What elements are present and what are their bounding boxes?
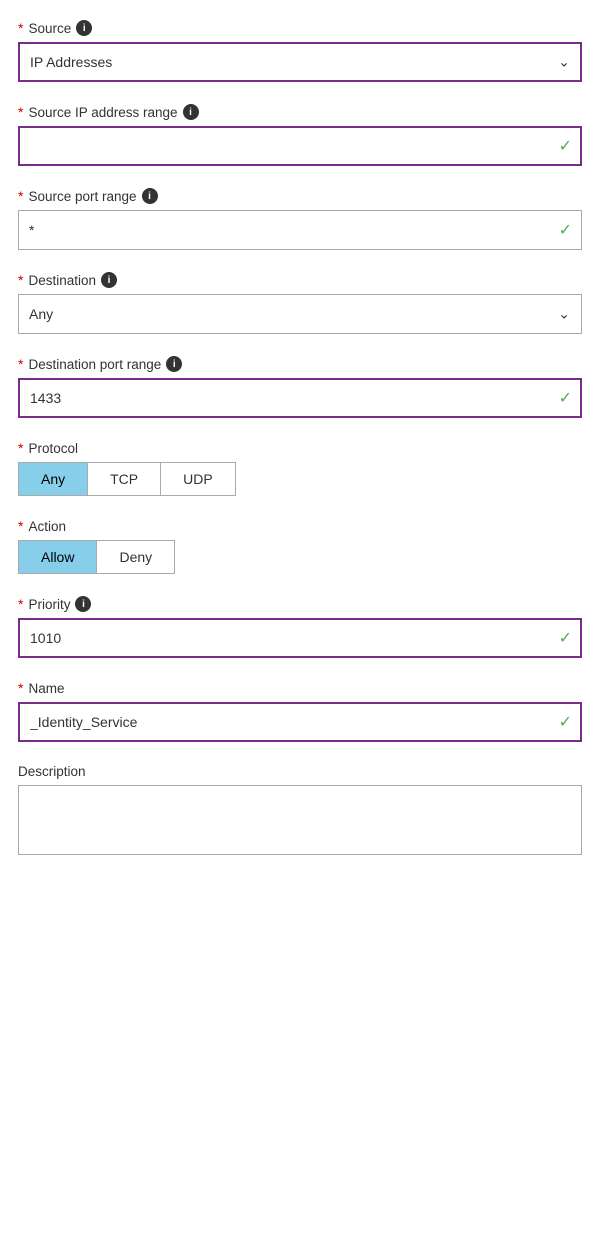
source-port-range-label: * Source port range i: [18, 188, 582, 204]
destination-port-range-input[interactable]: [18, 378, 582, 418]
required-star-name: *: [18, 680, 23, 696]
source-ip-info-icon: i: [183, 104, 199, 120]
action-group: * Action Allow Deny: [18, 518, 582, 574]
name-input[interactable]: [18, 702, 582, 742]
source-label-text: Source: [28, 21, 71, 36]
destination-port-range-group: * Destination port range i ✓: [18, 356, 582, 418]
protocol-label-text: Protocol: [28, 441, 78, 456]
source-info-icon: i: [76, 20, 92, 36]
priority-wrapper: ✓: [18, 618, 582, 658]
destination-select[interactable]: Any IP Addresses Service Tag: [18, 294, 582, 334]
destination-port-range-label: * Destination port range i: [18, 356, 582, 372]
destination-port-range-wrapper: ✓: [18, 378, 582, 418]
protocol-tcp-button[interactable]: TCP: [88, 463, 161, 495]
priority-label: * Priority i: [18, 596, 582, 612]
required-star-protocol: *: [18, 440, 23, 456]
source-port-range-label-text: Source port range: [28, 189, 136, 204]
action-button-group: Allow Deny: [18, 540, 175, 574]
protocol-group: * Protocol Any TCP UDP: [18, 440, 582, 496]
protocol-any-button[interactable]: Any: [19, 463, 88, 495]
protocol-button-group: Any TCP UDP: [18, 462, 236, 496]
source-ip-range-label: * Source IP address range i: [18, 104, 582, 120]
source-group: * Source i IP Addresses Any Service Tag …: [18, 20, 582, 82]
destination-label: * Destination i: [18, 272, 582, 288]
description-label-text: Description: [18, 764, 86, 779]
action-allow-button[interactable]: Allow: [19, 541, 97, 573]
destination-label-text: Destination: [28, 273, 96, 288]
destination-select-wrapper[interactable]: Any IP Addresses Service Tag ⌄: [18, 294, 582, 334]
name-label: * Name: [18, 680, 582, 696]
name-wrapper: ✓: [18, 702, 582, 742]
priority-info-icon: i: [75, 596, 91, 612]
source-ip-range-input[interactable]: [18, 126, 582, 166]
destination-info-icon: i: [101, 272, 117, 288]
required-star-ip: *: [18, 104, 23, 120]
source-port-range-wrapper: ✓: [18, 210, 582, 250]
protocol-label: * Protocol: [18, 440, 582, 456]
source-select-wrapper[interactable]: IP Addresses Any Service Tag ⌄: [18, 42, 582, 82]
destination-port-info-icon: i: [166, 356, 182, 372]
required-star-dest: *: [18, 272, 23, 288]
description-label: Description: [18, 764, 582, 779]
action-deny-button[interactable]: Deny: [97, 541, 174, 573]
destination-group: * Destination i Any IP Addresses Service…: [18, 272, 582, 334]
priority-group: * Priority i ✓: [18, 596, 582, 658]
source-select[interactable]: IP Addresses Any Service Tag: [18, 42, 582, 82]
destination-port-range-label-text: Destination port range: [28, 357, 161, 372]
priority-label-text: Priority: [28, 597, 70, 612]
priority-input[interactable]: [18, 618, 582, 658]
required-star-source: *: [18, 20, 23, 36]
source-port-range-group: * Source port range i ✓: [18, 188, 582, 250]
source-port-info-icon: i: [142, 188, 158, 204]
source-ip-range-group: * Source IP address range i ✓: [18, 104, 582, 166]
source-label: * Source i: [18, 20, 582, 36]
source-port-range-input[interactable]: [18, 210, 582, 250]
required-star-port: *: [18, 188, 23, 204]
description-textarea[interactable]: [18, 785, 582, 855]
action-label-text: Action: [28, 519, 66, 534]
protocol-udp-button[interactable]: UDP: [161, 463, 235, 495]
required-star-priority: *: [18, 596, 23, 612]
action-label: * Action: [18, 518, 582, 534]
name-group: * Name ✓: [18, 680, 582, 742]
required-star-dest-port: *: [18, 356, 23, 372]
required-star-action: *: [18, 518, 23, 534]
description-group: Description: [18, 764, 582, 858]
name-label-text: Name: [28, 681, 64, 696]
source-ip-range-wrapper: ✓: [18, 126, 582, 166]
source-ip-range-label-text: Source IP address range: [28, 105, 177, 120]
